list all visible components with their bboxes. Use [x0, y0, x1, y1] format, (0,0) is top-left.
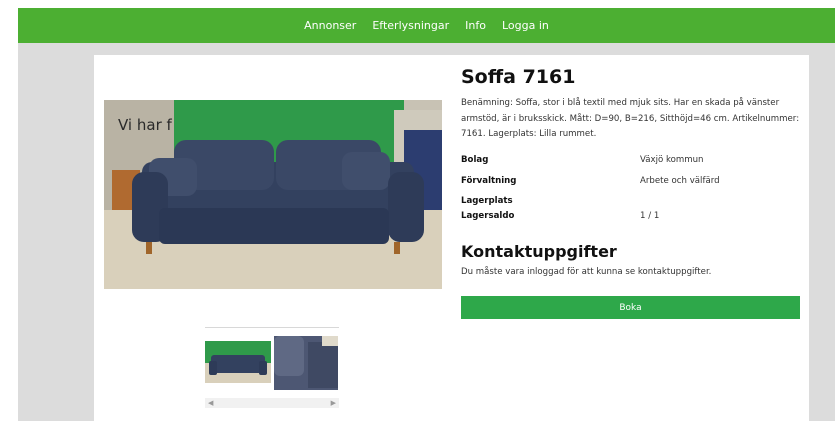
- scroll-right-icon[interactable]: ▶: [331, 398, 336, 408]
- thumbnail-1[interactable]: [205, 341, 271, 383]
- thumbnail-closeup-graphic: [274, 336, 338, 390]
- property-label-bolag: Bolag: [461, 155, 489, 165]
- gallery-divider: [205, 327, 339, 328]
- image-sign-text: Vi har f: [118, 116, 173, 134]
- top-navbar: Annonser Efterlysningar Info Logga in: [18, 8, 835, 43]
- nav-link-efterlysningar[interactable]: Efterlysningar: [372, 19, 449, 32]
- gallery-scrollbar[interactable]: ◀ ▶: [205, 398, 339, 408]
- book-button[interactable]: Boka: [461, 296, 800, 319]
- property-label-forvaltning: Förvaltning: [461, 176, 517, 186]
- product-image[interactable]: Vi har f: [104, 100, 442, 289]
- product-description: Benämning: Soffa, stor i blå textil med …: [461, 98, 800, 139]
- thumbnail-sofa-graphic: [205, 341, 271, 383]
- sofa-image-graphic: Vi har f: [104, 100, 442, 289]
- thumbnail-2[interactable]: [274, 336, 338, 390]
- property-value-lagersaldo: 1 / 1: [640, 211, 660, 221]
- property-label-lagersaldo: Lagersaldo: [461, 211, 515, 221]
- property-label-lagerplats: Lagerplats: [461, 196, 513, 206]
- contact-title: Kontaktuppgifter: [461, 242, 617, 261]
- property-value-forvaltning: Arbete och välfärd: [640, 176, 720, 186]
- nav-link-annonser[interactable]: Annonser: [304, 19, 356, 32]
- contact-message: Du måste vara inloggad för att kunna se …: [461, 267, 712, 277]
- property-value-bolag: Växjö kommun: [640, 155, 704, 165]
- product-title: Soffa 7161: [461, 66, 576, 88]
- nav-link-info[interactable]: Info: [465, 19, 486, 32]
- scroll-left-icon[interactable]: ◀: [208, 398, 213, 408]
- nav-link-logga-in[interactable]: Logga in: [502, 19, 549, 32]
